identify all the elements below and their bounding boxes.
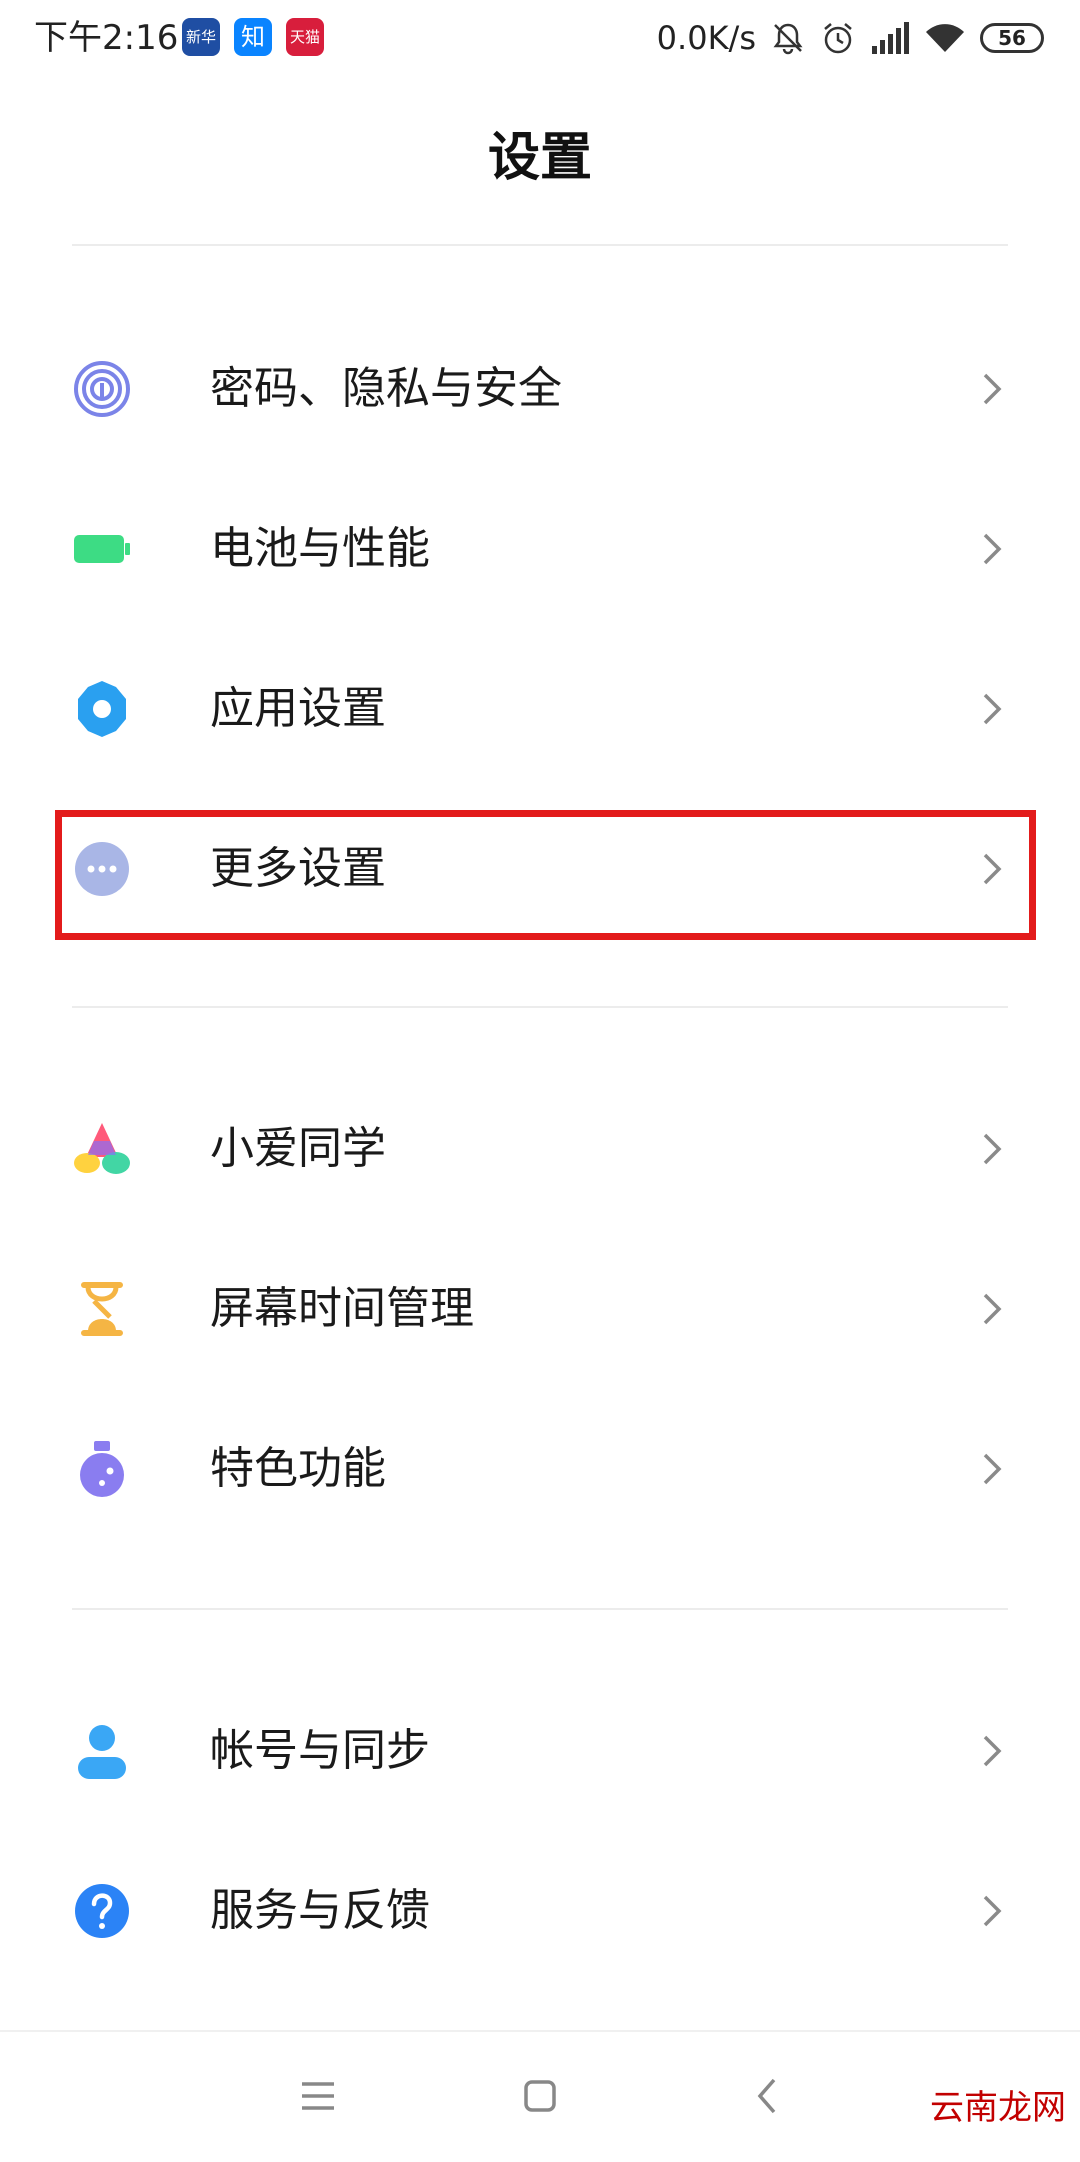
battery-icon <box>74 535 130 563</box>
settings-item-service[interactable]: 服务与反馈 <box>0 1836 1080 1986</box>
chevron-right-icon <box>983 1293 1002 1325</box>
chevron-right-icon <box>983 533 1002 565</box>
settings-item-label: 密码、隐私与安全 <box>210 363 562 414</box>
settings-item-label: 服务与反馈 <box>210 1885 430 1936</box>
zhihu-app-icon: 知 <box>234 18 272 56</box>
divider <box>72 1608 1008 1610</box>
chevron-right-icon <box>983 1133 1002 1165</box>
hourglass-icon <box>81 1282 123 1336</box>
fingerprint-icon <box>74 361 130 417</box>
chevron-right-icon <box>983 1895 1002 1927</box>
settings-item-label: 帐号与同步 <box>210 1725 430 1776</box>
home-button[interactable] <box>508 2064 572 2128</box>
question-icon <box>75 1884 129 1938</box>
settings-item-label: 特色功能 <box>210 1443 386 1494</box>
network-speed: 0.0K/s <box>656 19 756 57</box>
settings-item-xiaoai[interactable]: 小爱同学 <box>0 1074 1080 1224</box>
settings-item-features[interactable]: 特色功能 <box>0 1394 1080 1544</box>
wifi-icon <box>926 24 964 52</box>
settings-item-battery[interactable]: 电池与性能 <box>0 474 1080 624</box>
settings-item-account[interactable]: 帐号与同步 <box>0 1676 1080 1826</box>
navigation-bar <box>0 2030 1080 2162</box>
divider <box>72 1006 1008 1008</box>
flask-icon <box>80 1441 124 1497</box>
signal-icon <box>872 22 909 54</box>
mute-bell-icon <box>773 23 803 55</box>
settings-item-label: 小爱同学 <box>210 1123 386 1174</box>
divider <box>72 244 1008 246</box>
settings-item-apps[interactable]: 应用设置 <box>0 634 1080 784</box>
settings-item-screen-time[interactable]: 屏幕时间管理 <box>0 1234 1080 1384</box>
news-app-icon: 新华社 <box>182 18 220 56</box>
watermark: 云南龙网 <box>930 2088 1066 2128</box>
tmall-app-icon: 天猫 <box>286 18 324 56</box>
gear-icon <box>78 681 126 737</box>
xiaoai-icon <box>74 1123 130 1174</box>
chevron-right-icon <box>983 1735 1002 1767</box>
chevron-right-icon <box>983 373 1002 405</box>
settings-item-label: 应用设置 <box>210 683 386 734</box>
settings-item-label: 电池与性能 <box>210 523 430 574</box>
alarm-icon <box>824 23 852 54</box>
notification-icons: 新华社 知 天猫 <box>182 18 324 56</box>
chevron-right-icon <box>983 1453 1002 1485</box>
page-title: 设置 <box>487 128 592 188</box>
highlight-annotation <box>55 810 1036 940</box>
battery-indicator: 56 <box>980 23 1044 53</box>
settings-item-label: 屏幕时间管理 <box>210 1283 474 1334</box>
person-icon <box>78 1725 126 1779</box>
back-button[interactable] <box>736 2064 800 2128</box>
settings-item-privacy[interactable]: 密码、隐私与安全 <box>0 314 1080 464</box>
status-time: 下午2:16 <box>34 18 179 58</box>
status-bar: 下午2:16 新华社 知 天猫 0.0K/s 56 <box>0 0 1080 76</box>
status-right: 0.0K/s 56 <box>657 16 1044 60</box>
chevron-right-icon <box>983 693 1002 725</box>
menu-button[interactable] <box>286 2064 350 2128</box>
